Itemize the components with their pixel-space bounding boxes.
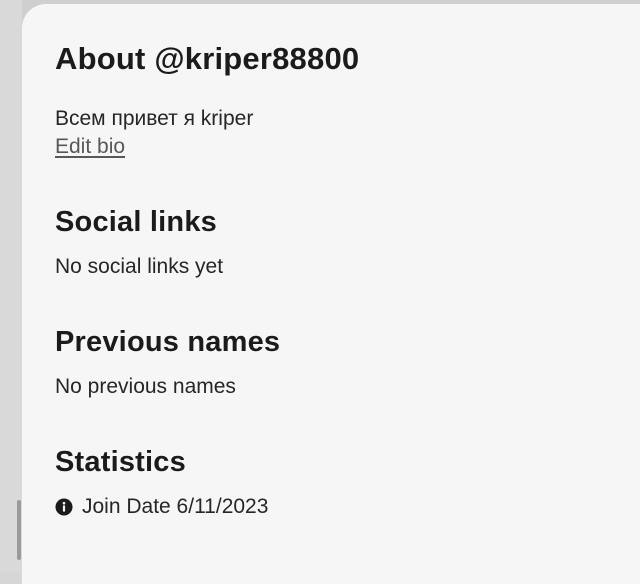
about-title: About @kriper88800 xyxy=(55,41,360,76)
join-date-text: Join Date 6/11/2023 xyxy=(82,495,269,518)
bio-text: Всем привет я kriper xyxy=(55,107,254,130)
previous-names-section: Previous names No previous names xyxy=(55,324,640,400)
social-links-text: No social links yet xyxy=(55,255,224,278)
previous-names-text: No previous names xyxy=(55,375,236,398)
previous-names-title: Previous names xyxy=(55,326,281,358)
scrollbar-handle[interactable] xyxy=(17,500,21,560)
about-panel: About @kriper88800 Всем привет я kriper … xyxy=(22,4,640,584)
social-links-title: Social links xyxy=(55,206,217,238)
info-icon xyxy=(55,498,73,516)
join-date-row: Join Date 6/11/2023 xyxy=(55,494,640,520)
social-links-section: Social links No social links yet xyxy=(55,204,640,280)
statistics-section: Statistics Join Date 6/11/2023 xyxy=(55,444,640,520)
background-strip xyxy=(0,0,22,572)
edit-bio-link[interactable]: Edit bio xyxy=(55,134,125,160)
statistics-title: Statistics xyxy=(55,446,186,478)
